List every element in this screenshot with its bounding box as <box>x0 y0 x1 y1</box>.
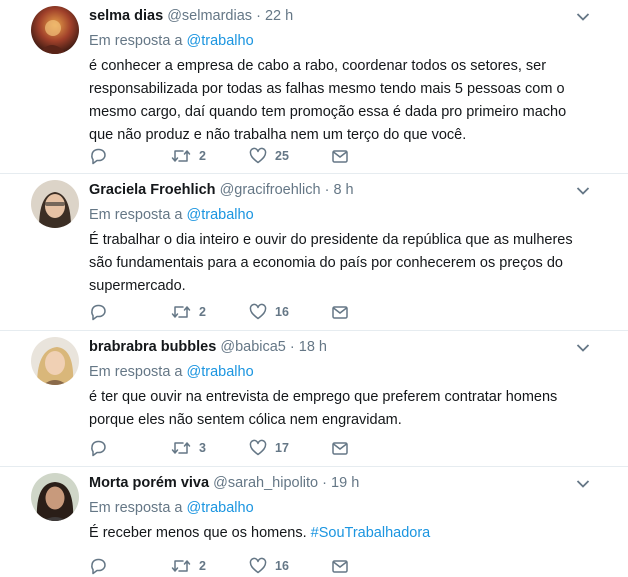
like-count: 16 <box>275 305 289 319</box>
tweet-text: é conhecer a empresa de cabo a rabo, coo… <box>89 58 567 143</box>
tweet[interactable]: brabrabra bubbles @babica5 · 18 h Em res… <box>0 331 628 467</box>
retweet-button[interactable]: 3 <box>171 438 206 458</box>
avatar[interactable] <box>31 180 79 228</box>
display-name[interactable]: brabrabra bubbles <box>89 339 216 355</box>
display-name[interactable]: Morta porém viva <box>89 475 209 491</box>
reply-to-link[interactable]: @trabalho <box>187 33 254 49</box>
direct-message-icon <box>332 560 348 573</box>
reply-button[interactable] <box>89 556 107 576</box>
user-handle[interactable]: @babica5 <box>220 339 286 355</box>
retweet-count: 2 <box>199 305 206 319</box>
timestamp[interactable]: 19 h <box>331 475 359 491</box>
tweet-text: É trabalhar o dia inteiro e ouvir do pre… <box>89 232 573 294</box>
reply-prefix: Em resposta a <box>89 207 183 223</box>
retweet-icon <box>171 306 191 318</box>
reply-context: Em resposta a @trabalho <box>89 363 608 381</box>
retweet-count: 3 <box>199 441 206 455</box>
avatar[interactable] <box>31 6 79 54</box>
separator-dot: · <box>289 339 295 355</box>
chevron-down-icon[interactable] <box>576 12 590 22</box>
like-count: 16 <box>275 559 289 573</box>
direct-message-icon <box>332 150 348 163</box>
retweet-icon <box>171 150 191 162</box>
tweet-text-body: É receber menos que os homens. <box>89 525 307 541</box>
reply-context: Em resposta a @trabalho <box>89 206 608 224</box>
avatar[interactable] <box>31 473 79 521</box>
like-icon <box>249 147 267 164</box>
like-button[interactable]: 17 <box>249 438 289 458</box>
tweet-actions: 2 16 <box>89 302 359 322</box>
retweet-count: 2 <box>199 559 206 573</box>
retweet-button[interactable]: 2 <box>171 556 206 576</box>
tweet-text: é ter que ouvir na entrevista de emprego… <box>89 389 558 428</box>
like-icon <box>249 439 267 456</box>
retweet-button[interactable]: 2 <box>171 146 206 166</box>
timestamp[interactable]: 8 h <box>333 182 353 198</box>
timestamp[interactable]: 22 h <box>265 8 293 24</box>
reply-button[interactable] <box>89 302 107 322</box>
retweet-icon <box>171 442 191 454</box>
user-handle[interactable]: @gracifroehlich <box>220 182 321 198</box>
direct-message-button[interactable] <box>331 302 349 322</box>
reply-button[interactable] <box>89 146 107 166</box>
tweet[interactable]: Graciela Froehlich @gracifroehlich · 8 h… <box>0 174 628 331</box>
separator-dot: · <box>324 182 330 198</box>
direct-message-icon <box>332 306 348 319</box>
like-count: 17 <box>275 441 289 455</box>
direct-message-button[interactable] <box>331 146 349 166</box>
retweet-button[interactable]: 2 <box>171 302 206 322</box>
avatar[interactable] <box>31 337 79 385</box>
like-button[interactable]: 25 <box>249 146 289 166</box>
separator-dot: · <box>256 8 261 24</box>
reply-icon <box>91 558 106 575</box>
reply-prefix: Em resposta a <box>89 500 183 516</box>
reply-icon <box>91 440 106 457</box>
direct-message-button[interactable] <box>331 438 349 458</box>
direct-message-button[interactable] <box>331 556 349 576</box>
like-icon <box>249 557 267 574</box>
reply-context: Em resposta a @trabalho <box>89 499 608 517</box>
chevron-down-icon[interactable] <box>576 479 590 489</box>
display-name[interactable]: selma dias <box>89 8 163 24</box>
reply-icon <box>91 304 106 321</box>
chevron-down-icon[interactable] <box>576 343 590 353</box>
reply-to-link[interactable]: @trabalho <box>187 207 254 223</box>
reply-to-link[interactable]: @trabalho <box>187 364 254 380</box>
direct-message-icon <box>332 442 348 455</box>
chevron-down-icon[interactable] <box>576 186 590 196</box>
retweet-count: 2 <box>199 149 206 163</box>
tweet[interactable]: selma dias @selmardias · 22 h Em respost… <box>0 0 628 174</box>
user-handle[interactable]: @sarah_hipolito <box>213 475 318 491</box>
reply-context: Em resposta a @trabalho <box>89 32 608 50</box>
timestamp[interactable]: 18 h <box>299 339 327 355</box>
separator-dot: · <box>322 475 327 491</box>
display-name[interactable]: Graciela Froehlich <box>89 182 216 198</box>
like-count: 25 <box>275 149 289 163</box>
reply-prefix: Em resposta a <box>89 364 183 380</box>
reply-to-link[interactable]: @trabalho <box>187 500 254 516</box>
like-icon <box>249 303 267 320</box>
tweet-actions: 2 16 <box>89 556 359 576</box>
tweet-text: É receber menos que os homens. #SouTraba… <box>89 522 589 545</box>
tweet[interactable]: Morta porém viva @sarah_hipolito · 19 h … <box>0 467 628 577</box>
reply-button[interactable] <box>89 438 107 458</box>
reply-icon <box>91 148 106 165</box>
reply-prefix: Em resposta a <box>89 33 183 49</box>
hashtag-link[interactable]: #SouTrabalhadora <box>311 525 431 541</box>
retweet-icon <box>171 560 191 572</box>
like-button[interactable]: 16 <box>249 302 289 322</box>
tweet-actions: 3 17 <box>89 438 359 458</box>
tweet-actions: 2 25 <box>89 146 359 166</box>
like-button[interactable]: 16 <box>249 556 289 576</box>
user-handle[interactable]: @selmardias <box>167 8 252 24</box>
